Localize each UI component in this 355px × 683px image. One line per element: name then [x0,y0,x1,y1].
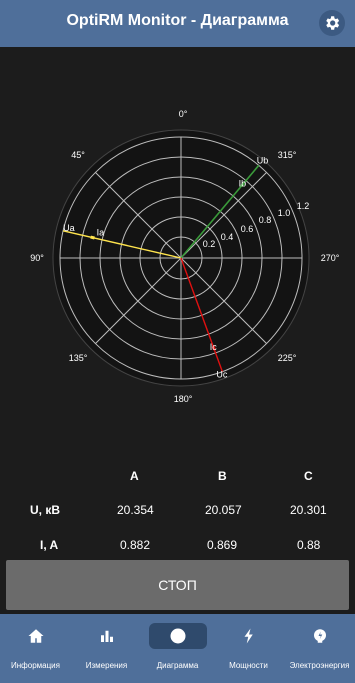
angle-label-315: 315° [278,150,297,160]
vector-label-Ic: Ic [210,342,218,352]
current-c-value: 0.88 [297,538,321,552]
vector-diagram: 0° 45° 90° 135° 180° 225° 270° 315° 0.2 … [30,109,340,404]
angle-label-45: 45° [71,150,85,160]
voltage-c-value: 20.301 [290,503,327,517]
vector-Ia [90,235,95,240]
nav-label-energy: Электроэнергия [289,661,350,670]
column-header-c: C [304,469,313,483]
lightning-icon [244,628,253,644]
angle-label-180: 180° [174,394,193,404]
page-title: OptiRM Monitor - Диаграмма [66,12,289,29]
voltage-a-value: 20.354 [117,503,154,517]
nav-label-info: Информация [11,661,60,670]
app-bar: OptiRM Monitor - Диаграмма [0,0,355,47]
angle-label-135: 135° [69,353,88,363]
home-icon [28,629,43,643]
column-header-b: B [218,469,227,483]
current-a-value: 0.882 [120,538,151,552]
nav-item-info[interactable]: Информация [0,614,71,683]
bar-chart-icon [100,630,113,642]
row-label-voltage: U, кВ [30,503,61,517]
angle-label-0: 0° [179,109,188,119]
radius-label-0.2: 0.2 [203,239,216,249]
radius-label-0.6: 0.6 [241,224,254,234]
settings-button[interactable] [319,10,345,36]
voltage-b-value: 20.057 [205,503,242,517]
nav-item-measurements[interactable]: Измерения [71,614,142,683]
vector-label-Ua: Ua [63,223,75,233]
nav-item-diagram[interactable]: Диаграмма [142,614,213,683]
nav-item-energy[interactable]: Электроэнергия [284,614,355,683]
vector-label-Ib: Ib [239,179,247,189]
radius-label-0.4: 0.4 [221,232,234,242]
nav-item-power[interactable]: Мощности [213,614,284,683]
angle-label-90: 90° [30,253,44,263]
stop-button[interactable]: СТОП [6,560,349,610]
bottom-nav: Информация Измерения Диаграмма Мощности … [0,614,355,683]
nav-label-measurements: Измерения [85,661,128,670]
measurements-table: A B C U, кВ 20.354 20.057 20.301 I, A 0.… [0,462,355,560]
row-label-current: I, A [40,538,59,552]
current-b-value: 0.869 [207,538,238,552]
radius-label-0.8: 0.8 [259,215,272,225]
radius-label-1.0: 1.0 [278,208,291,218]
angle-label-225: 225° [278,353,297,363]
nav-label-power: Мощности [229,661,268,670]
vector-label-Ub: Ub [257,155,269,165]
column-header-a: A [130,469,139,483]
gear-icon [326,16,340,30]
circle-icon [170,628,185,644]
radius-label-1.2: 1.2 [297,201,310,211]
angle-label-270: 270° [321,253,340,263]
vector-label-Ia: Ia [97,228,105,238]
vector-label-Uc: Uc [216,370,227,380]
meter-icon [313,629,326,643]
nav-label-diagram: Диаграмма [156,661,199,670]
